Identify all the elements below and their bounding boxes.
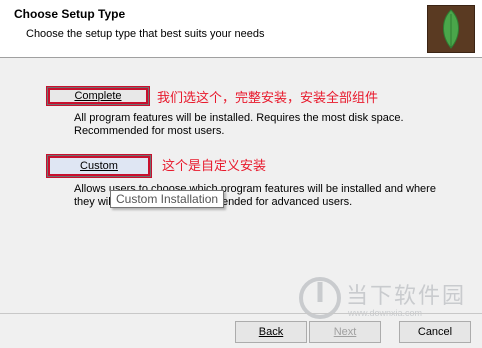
header-panel: Choose Setup Type Choose the setup type … [0,0,482,58]
next-button[interactable]: Next [309,321,381,343]
watermark-text: 当下软件园 [346,283,467,308]
back-button-label: Back [258,326,284,338]
custom-annotation: 这个是自定义安装 [162,158,267,173]
complete-button[interactable]: Complete [46,86,150,106]
leaf-icon [443,9,459,49]
back-button[interactable]: Back [235,321,307,343]
mongodb-leaf-logo [427,5,475,53]
page-title: Choose Setup Type [14,7,126,21]
footer-divider [0,313,482,314]
complete-button-label: Complete [74,90,122,102]
complete-description-line2: Recommended for most users. [74,125,225,137]
custom-button-label: Custom [80,160,118,172]
custom-button[interactable]: Custom [46,154,152,178]
custom-tooltip: Custom Installation [110,190,225,208]
watermark: 当下软件园 www.downxia.com [296,272,481,324]
complete-description-line1: All program features will be installed. … [74,112,404,124]
watermark-logo-icon [299,277,341,319]
cancel-button[interactable]: Cancel [399,321,471,343]
next-button-label: Next [333,326,357,338]
page-subtitle: Choose the setup type that best suits yo… [26,28,265,40]
cancel-button-label: Cancel [417,326,453,338]
complete-annotation: 我们选这个，完整安装，安装全部组件 [157,90,379,105]
